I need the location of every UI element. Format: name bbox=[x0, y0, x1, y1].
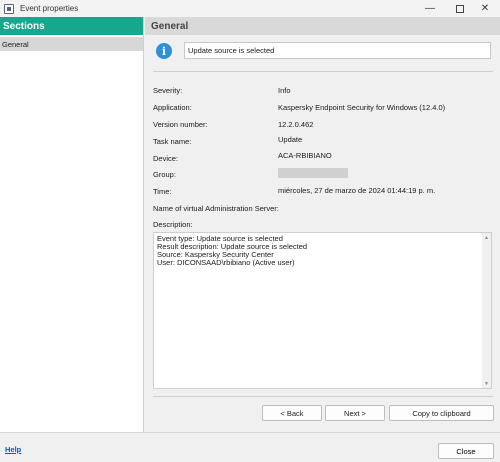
minimize-button[interactable]: — bbox=[415, 0, 445, 17]
close-icon: ✕ bbox=[480, 3, 490, 14]
description-textbox[interactable]: Event type: Update source is selected Res… bbox=[153, 232, 492, 389]
version-label: Version number: bbox=[153, 120, 208, 129]
scroll-up-arrow-icon[interactable]: ▲ bbox=[482, 233, 491, 242]
description-scrollbar[interactable]: ▲ ▼ bbox=[482, 233, 491, 388]
main-panel: General i Update source is selected Seve… bbox=[145, 17, 500, 432]
section-title: General bbox=[145, 17, 500, 35]
severity-value: Info bbox=[278, 86, 291, 95]
description-label: Description: bbox=[153, 220, 193, 229]
footer: Help Close bbox=[0, 432, 500, 462]
next-button[interactable]: Next > bbox=[325, 405, 385, 421]
description-text: Event type: Update source is selected Res… bbox=[157, 235, 307, 267]
version-value: 12.2.0.462 bbox=[278, 120, 314, 129]
description-line: User: DICONSAAD\rbibiano (Active user) bbox=[157, 258, 295, 267]
device-label: Device: bbox=[153, 154, 179, 163]
group-value-redacted bbox=[278, 168, 348, 178]
back-button[interactable]: < Back bbox=[262, 405, 322, 421]
copy-to-clipboard-button[interactable]: Copy to clipboard bbox=[389, 405, 494, 421]
application-label: Application: bbox=[153, 103, 192, 112]
sidebar-item-general[interactable]: General bbox=[0, 37, 143, 51]
task-name-value: Update bbox=[278, 135, 303, 144]
info-icon: i bbox=[156, 43, 172, 59]
severity-label: Severity: bbox=[153, 86, 183, 95]
divider bbox=[153, 71, 493, 72]
divider bbox=[153, 396, 493, 397]
virtual-server-label: Name of virtual Administration Server: bbox=[153, 204, 279, 213]
sidebar-header: Sections bbox=[0, 17, 143, 35]
sections-sidebar: Sections General bbox=[0, 17, 144, 432]
scroll-down-arrow-icon[interactable]: ▼ bbox=[482, 379, 491, 388]
time-label: Time: bbox=[153, 187, 172, 196]
task-name-label: Task name: bbox=[153, 137, 192, 146]
application-value: Kaspersky Endpoint Security for Windows … bbox=[278, 103, 446, 112]
window-icon bbox=[4, 3, 14, 14]
close-window-button[interactable]: ✕ bbox=[470, 0, 500, 17]
event-summary: Update source is selected bbox=[184, 42, 491, 59]
close-button[interactable]: Close bbox=[438, 443, 494, 459]
help-link[interactable]: Help bbox=[5, 445, 21, 454]
title-bar: Event properties — ✕ bbox=[0, 0, 500, 17]
time-value: miércoles, 27 de marzo de 2024 01:44:19 … bbox=[278, 186, 436, 195]
minimize-icon: — bbox=[425, 3, 435, 14]
group-label: Group: bbox=[153, 170, 176, 179]
maximize-icon bbox=[456, 4, 464, 13]
device-value: ACA-RBIBIANO bbox=[278, 151, 332, 160]
window-title: Event properties bbox=[20, 4, 79, 13]
